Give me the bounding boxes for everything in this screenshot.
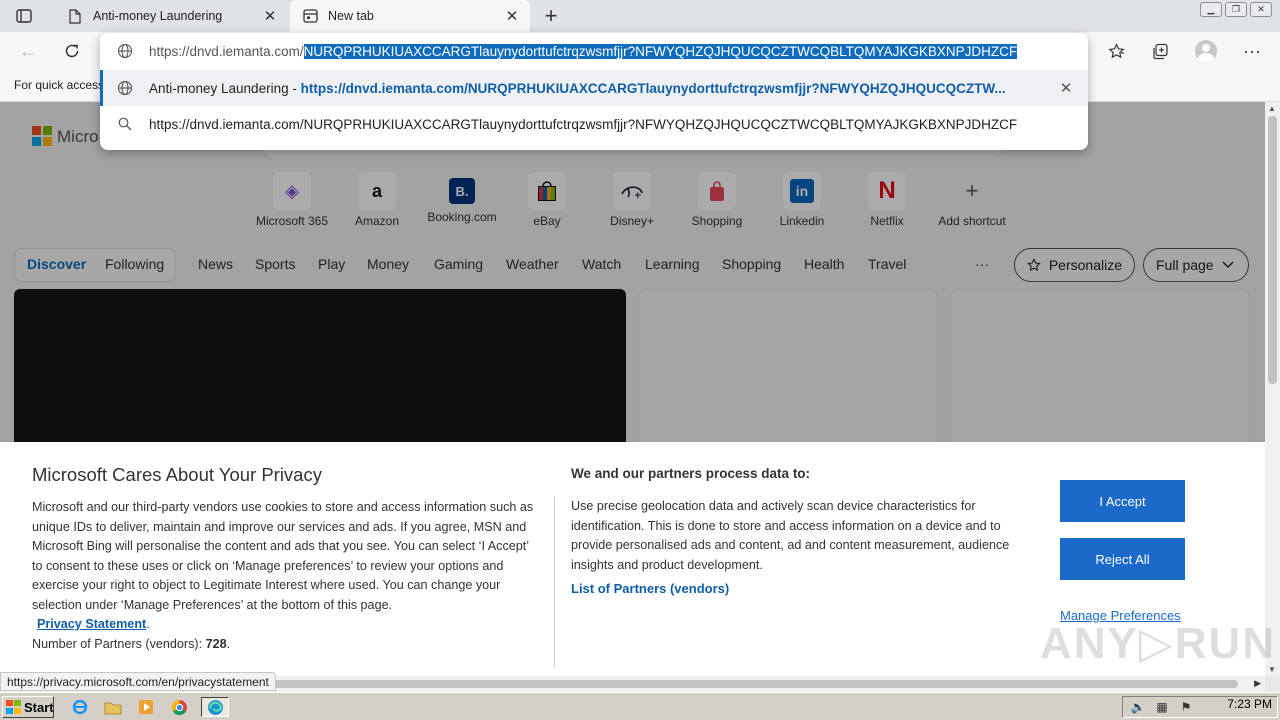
- privacy-consent-banner: Microsoft Cares About Your Privacy Micro…: [0, 442, 1274, 676]
- suggestion-text: https://dnvd.iemanta.com/NURQPRHUKIUAXCC…: [149, 116, 1018, 132]
- partners-count-label: Number of Partners (vendors):: [32, 636, 206, 651]
- vertical-scroll-thumb[interactable]: [1268, 116, 1277, 384]
- suggestion-text: Anti-money Laundering - https://dnvd.iem…: [149, 81, 1006, 96]
- file-explorer-icon[interactable]: [101, 697, 125, 717]
- document-icon: [67, 8, 83, 24]
- scroll-right-arrow-icon[interactable]: ▶: [1254, 678, 1261, 689]
- partners-count: 728: [205, 636, 227, 651]
- favorite-star-icon[interactable]: [1102, 38, 1130, 64]
- status-bar-url: https://privacy.microsoft.com/en/privacy…: [0, 672, 276, 691]
- address-bar-dropdown: https://dnvd.iemanta.com/NURQPRHUKIUAXCC…: [100, 33, 1088, 150]
- url-selected-path: NURQPRHUKIUAXCCARGTlauynydorttufctrqzwsm…: [303, 43, 1018, 59]
- tab-title: Anti-money Laundering: [93, 9, 223, 23]
- media-player-icon[interactable]: [134, 697, 158, 717]
- address-bar[interactable]: https://dnvd.iemanta.com/NURQPRHUKIUAXCC…: [100, 33, 1088, 69]
- close-window-icon[interactable]: ✕: [1250, 2, 1272, 17]
- anyrun-watermark: ANY▷RUN: [1040, 619, 1277, 668]
- windows-flag-icon: [6, 700, 21, 714]
- new-tab-plus-icon[interactable]: +: [538, 3, 564, 28]
- clock: 7:23 PM: [1227, 697, 1272, 711]
- address-input[interactable]: https://dnvd.iemanta.com/NURQPRHUKIUAXCC…: [149, 43, 1018, 59]
- remove-suggestion-icon[interactable]: ✕: [1056, 78, 1076, 98]
- consent-body: Microsoft and our third-party vendors us…: [32, 498, 542, 654]
- tab-strip: Anti-money Laundering ✕ New tab ✕ + ▁ ❐ …: [0, 0, 1280, 32]
- window-controls: ▁ ❐ ✕: [1200, 2, 1272, 17]
- reject-all-button[interactable]: Reject All: [1060, 538, 1185, 580]
- chrome-icon[interactable]: [167, 697, 191, 717]
- refresh-icon[interactable]: [58, 38, 86, 64]
- globe-icon: [116, 79, 134, 97]
- tab-actions-icon: [16, 9, 32, 23]
- network-icon[interactable]: ▦: [1153, 699, 1171, 715]
- purpose-body: Use precise geolocation data and activel…: [571, 499, 1010, 572]
- url-host: https://dnvd.iemanta.com/: [149, 43, 304, 59]
- tab-new-tab[interactable]: New tab ✕: [290, 0, 530, 32]
- scroll-up-arrow-icon[interactable]: ▲: [1268, 104, 1276, 113]
- accept-button[interactable]: I Accept: [1060, 480, 1185, 522]
- back-arrow-icon[interactable]: ←: [14, 38, 42, 64]
- page-overlay-dim: [0, 102, 1265, 442]
- globe-icon: [116, 42, 134, 60]
- start-button[interactable]: Start: [2, 696, 54, 718]
- partners-count-period: .: [226, 636, 231, 651]
- internet-explorer-icon[interactable]: [68, 697, 92, 717]
- scrollbar-corner: [1265, 676, 1280, 692]
- minimize-icon[interactable]: ▁: [1200, 2, 1222, 17]
- vertical-scrollbar[interactable]: ▲ ▼: [1265, 102, 1280, 676]
- action-center-flag-icon[interactable]: ⚑: [1177, 699, 1195, 715]
- restore-icon[interactable]: ❐: [1225, 2, 1247, 17]
- privacy-link-period: .: [146, 617, 150, 631]
- consent-title: Microsoft Cares About Your Privacy: [32, 464, 322, 485]
- close-tab-icon[interactable]: ✕: [258, 4, 282, 28]
- start-label: Start: [24, 699, 54, 715]
- taskbar: Start 🔈 ▦ ⚑ 7:23 PM: [0, 692, 1280, 720]
- list-of-partners-link[interactable]: List of Partners (vendors): [571, 581, 729, 596]
- search-icon: [116, 115, 134, 133]
- tab-anti-money-laundering[interactable]: Anti-money Laundering ✕: [55, 0, 288, 32]
- suggestion-separator: -: [288, 80, 301, 96]
- suggestion-search-item[interactable]: https://dnvd.iemanta.com/NURQPRHUKIUAXCC…: [100, 106, 1088, 142]
- favorites-bar-text: For quick access: [14, 78, 105, 92]
- consent-divider: [554, 497, 555, 667]
- suggestion-url: https://dnvd.iemanta.com/NURQPRHUKIUAXCC…: [300, 80, 1006, 96]
- new-tab-page-icon: [302, 8, 318, 24]
- settings-more-icon[interactable]: ···: [1238, 38, 1266, 64]
- tab-actions-button[interactable]: [8, 5, 40, 27]
- tab-title: New tab: [328, 9, 374, 23]
- purpose-title: We and our partners process data to:: [571, 466, 811, 481]
- consent-body-text: Microsoft and our third-party vendors us…: [32, 500, 534, 612]
- edge-icon[interactable]: [201, 697, 229, 717]
- close-tab-icon[interactable]: ✕: [500, 4, 524, 28]
- manage-preferences-link[interactable]: Manage Preferences: [1060, 608, 1181, 623]
- suggestion-history-item[interactable]: Anti-money Laundering - https://dnvd.iem…: [100, 70, 1088, 106]
- avatar: [1195, 40, 1217, 62]
- collections-icon[interactable]: [1146, 38, 1174, 64]
- volume-icon[interactable]: 🔈: [1129, 699, 1147, 715]
- suggestion-title: Anti-money Laundering: [149, 80, 289, 96]
- privacy-statement-link[interactable]: Privacy Statement: [37, 617, 146, 631]
- profile-button[interactable]: [1192, 38, 1220, 64]
